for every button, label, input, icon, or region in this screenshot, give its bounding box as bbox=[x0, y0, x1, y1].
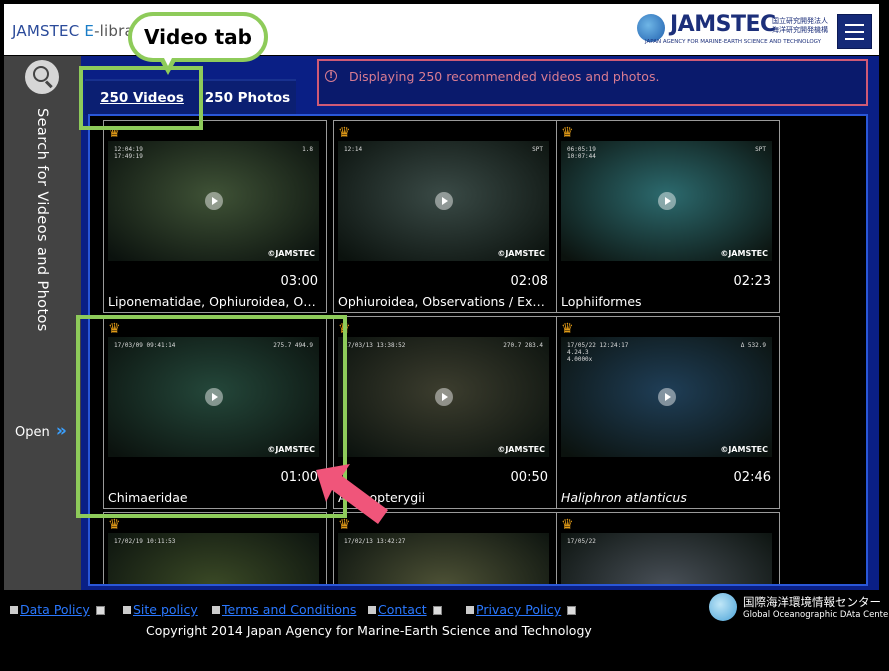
watermark: ©JAMSTEC bbox=[497, 249, 545, 258]
godac-logo-icon bbox=[709, 593, 737, 621]
video-thumbnail[interactable]: 17/02/19 10:11:53 bbox=[108, 533, 319, 584]
video-card[interactable]: ♛ 06:05:19 10:07:44 SPT ©JAMSTEC 02:23 Lophii… bbox=[556, 120, 780, 313]
double-chevron-right-icon: » bbox=[55, 421, 67, 441]
video-tab-highlight bbox=[79, 66, 203, 130]
sidebar-open-button[interactable]: Open » bbox=[15, 421, 67, 441]
footer-link-contact[interactable]: Contact bbox=[368, 602, 442, 617]
video-caption[interactable]: Ophiuroidea, Observations / Exper… bbox=[338, 294, 552, 309]
video-duration: 02:08 bbox=[510, 274, 548, 289]
footer-link-site-policy[interactable]: Site policy bbox=[123, 602, 198, 617]
play-icon[interactable] bbox=[658, 192, 676, 210]
crown-icon: ♛ bbox=[338, 125, 351, 141]
video-tab-callout: Video tab bbox=[128, 12, 268, 62]
video-card[interactable]: ♛ 17/05/22 12:24:17 4.24.3 4.0000x Δ 532.9… bbox=[556, 316, 780, 509]
godac-logo[interactable]: 国際海洋環境情報センター Global Oceanographic DAta C… bbox=[709, 592, 889, 628]
watermark: ©JAMSTEC bbox=[497, 445, 545, 454]
video-caption[interactable]: Haliphron atlanticus bbox=[561, 490, 775, 505]
play-icon[interactable] bbox=[435, 192, 453, 210]
video-duration: 03:00 bbox=[280, 274, 318, 289]
video-thumbnail[interactable]: 06:05:19 10:07:44 SPT ©JAMSTEC bbox=[561, 141, 772, 261]
jamstec-logo[interactable]: JAMSTEC 国立研究開発法人 海洋研究開発機構 JAPAN AGENCY FO… bbox=[637, 11, 832, 51]
video-thumbnail[interactable]: 17/02/13 13:42:27 bbox=[338, 533, 549, 584]
godac-name-jp: 国際海洋環境情報センター bbox=[743, 595, 881, 609]
external-link-icon bbox=[95, 606, 105, 615]
video-thumbnail[interactable]: 12:04:19 17:49:19 1.8 ©JAMSTEC bbox=[108, 141, 319, 261]
godac-name-en: Global Oceanographic DAta Center bbox=[743, 610, 889, 620]
sidebar-search-label[interactable]: Search for Videos and Photos bbox=[30, 108, 50, 388]
video-thumbnail[interactable]: 17/05/22 12:24:17 4.24.3 4.0000x Δ 532.9 ©… bbox=[561, 337, 772, 457]
footer-link-terms[interactable]: Terms and Conditions bbox=[212, 602, 356, 617]
jamstec-logo-mark-icon bbox=[637, 14, 665, 42]
results-notice: ! Displaying 250 recommended videos and … bbox=[317, 59, 868, 106]
card-highlight bbox=[76, 315, 347, 518]
search-sidebar: Search for Videos and Photos Open » bbox=[4, 56, 81, 590]
video-caption[interactable]: Lophiiformes bbox=[561, 294, 775, 309]
video-thumbnail[interactable]: 17/05/22 bbox=[561, 533, 772, 584]
play-icon[interactable] bbox=[205, 192, 223, 210]
video-thumbnail[interactable]: 17/03/13 13:38:52 270.7 283.4 ©JAMSTEC bbox=[338, 337, 549, 457]
video-duration: 02:46 bbox=[733, 470, 771, 485]
error-circle-icon: ! bbox=[325, 70, 337, 82]
watermark: ©JAMSTEC bbox=[267, 249, 315, 258]
crown-icon: ♛ bbox=[561, 125, 574, 141]
watermark: ©JAMSTEC bbox=[720, 249, 768, 258]
open-label: Open bbox=[15, 425, 50, 440]
watermark: ©JAMSTEC bbox=[720, 445, 768, 454]
video-card[interactable]: ♛ 17/02/19 10:11:53 bbox=[103, 512, 327, 584]
hamburger-menu-icon[interactable] bbox=[837, 14, 872, 49]
crown-icon: ♛ bbox=[108, 517, 121, 533]
pointer-arrow-icon bbox=[316, 464, 388, 524]
video-thumbnail[interactable]: 12:14 SPT ©JAMSTEC bbox=[338, 141, 549, 261]
video-card[interactable]: ♛ 12:04:19 17:49:19 1.8 ©JAMSTEC 03:00 Lipone… bbox=[103, 120, 327, 313]
external-link-icon bbox=[567, 606, 577, 615]
crown-icon: ♛ bbox=[561, 517, 574, 533]
play-icon[interactable] bbox=[658, 388, 676, 406]
magnifier-icon[interactable] bbox=[25, 60, 59, 94]
video-card[interactable]: ♛ 12:14 SPT ©JAMSTEC 02:08 Ophiuroidea, Obser… bbox=[333, 120, 557, 313]
logo-japanese: 国立研究開発法人 海洋研究開発機構 bbox=[772, 17, 828, 34]
logo-text: JAMSTEC bbox=[670, 12, 776, 37]
play-icon[interactable] bbox=[435, 388, 453, 406]
copyright: Copyright 2014 Japan Agency for Marine-E… bbox=[146, 623, 592, 638]
video-card[interactable]: ♛ 17/05/22 bbox=[556, 512, 780, 584]
crown-icon: ♛ bbox=[561, 321, 574, 337]
logo-subtitle: JAPAN AGENCY FOR MARINE-EARTH SCIENCE AN… bbox=[645, 39, 822, 45]
footer-link-data-policy[interactable]: Data Policy bbox=[10, 602, 105, 617]
video-duration: 00:50 bbox=[510, 470, 548, 485]
notice-text: Displaying 250 recommended videos and ph… bbox=[349, 69, 660, 84]
footer-link-privacy-policy[interactable]: Privacy Policy bbox=[466, 602, 577, 617]
tab-photos[interactable]: 250 Photos bbox=[199, 79, 296, 115]
video-caption[interactable]: Liponematidae, Ophiuroidea, Obse… bbox=[108, 294, 322, 309]
external-link-icon bbox=[432, 606, 442, 615]
video-duration: 02:23 bbox=[733, 274, 771, 289]
